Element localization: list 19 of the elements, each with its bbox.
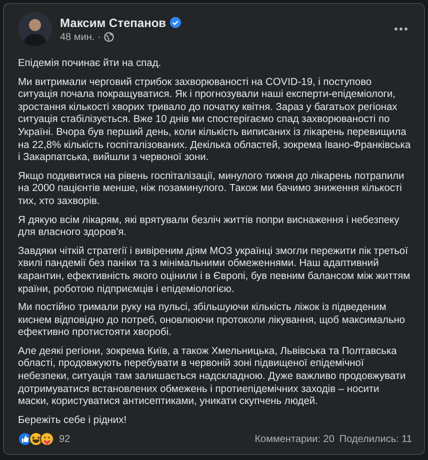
post-paragraph: Бережіть себе і рідних! bbox=[18, 414, 128, 428]
post-paragraph: Але деякі регіони, зокрема Київ, а також Хмельницька, Львівська та Полтавська області, продовжують перебувати в червоній зоні підвищеної епідемічної небезпеки, ситуація там залишається надскладною. Дуже важливо продовжувати дотримуватися встановлених обмежень і протиепідемічних заходів – носити маски, користуватися антисептиками, уникати скупчень людей. bbox=[18, 346, 407, 409]
post-paragraph: Ми витримали черговий стрибок захворюваності на COVID-19, і поступово ситуація почала покращуватися. Як і прогнозували наші експерти-епідеміологи, зростання кількості хворих тривало до початку квітня. Зараз у багатьох регіонах ситуація стабілізується. Вже 10 днів ми спостерігаємо спад захворюваності по Україні. Вчора був перший день, коли кількість виписаних із лікарень перевищила на 22,8% кількість госпіталізованих. Декілька областей, зокрема Івано-Франківська і Закарпатська, вийшли з червоної зони. bbox=[18, 76, 412, 165]
post-time[interactable]: 48 мин. bbox=[60, 32, 95, 42]
post-paragraph: Ми постійно тримали руку на пульсі, збільшуючи кількість ліжок із підведеним киснем відповідно до потреб, оновлюючи протоколи лікування, щоб максимально ефективно протистояти хворобі. bbox=[18, 302, 406, 340]
separator-dot: · bbox=[98, 32, 102, 42]
avatar[interactable] bbox=[18, 12, 52, 46]
shares-count[interactable]: Поделились: 11 bbox=[339, 434, 412, 444]
post-paragraph: Якщо подивитися на рівень госпіталізації, минулого тижня до лікарень потрапили на 2000 пацієнтів менше, ніж позаминулого. Також ми бачимо зниження кількості тих, хто захворів. bbox=[18, 170, 406, 209]
more-options-icon[interactable] bbox=[394, 27, 408, 31]
post-paragraph: Завдяки чіткій стратегії і вивіреним діям МОЗ українці змогли пережити пік третьої хвилі пандемії без паніки та з мінімальними обмеженнями. Наш адаптивний карантин, ефективність якого оцінили і в Європі, був певним балансом між життям країни, роботою підприємців і епідеміологією. bbox=[18, 246, 412, 296]
globe-icon bbox=[104, 32, 114, 42]
comments-count[interactable]: Комментарии: 20 bbox=[254, 434, 334, 444]
like-reaction-icon bbox=[18, 432, 32, 446]
author-name[interactable]: Максим Степанов bbox=[60, 16, 166, 30]
care-reaction-icon bbox=[40, 432, 54, 446]
reaction-count[interactable]: 92 bbox=[59, 434, 250, 444]
post-paragraph: Я дякую всім лікарям, які врятували безліч життів попри виснаження і небезпеку для власного здоров'я. bbox=[18, 214, 400, 240]
post-paragraph: Епідемія починає йти на спад. bbox=[18, 58, 162, 71]
